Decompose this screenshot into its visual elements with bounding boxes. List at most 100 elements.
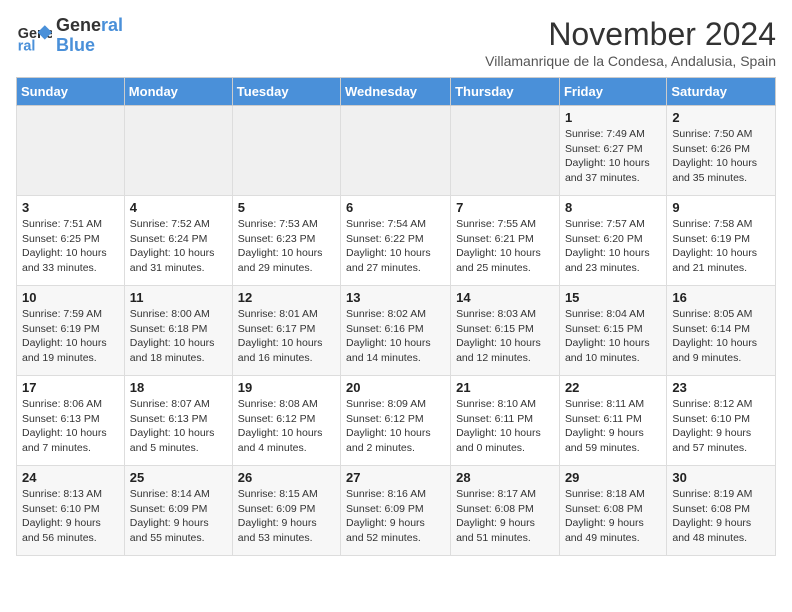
day-info: Sunrise: 8:17 AM Sunset: 6:08 PM Dayligh… xyxy=(456,487,554,546)
logo-text: General Blue xyxy=(56,16,123,56)
calendar-cell: 17 Sunrise: 8:06 AM Sunset: 6:13 PM Dayli… xyxy=(17,376,125,466)
calendar-week-5: 24 Sunrise: 8:13 AM Sunset: 6:10 PM Dayli… xyxy=(17,466,776,556)
day-number: 2 xyxy=(672,110,770,125)
calendar-week-4: 17 Sunrise: 8:06 AM Sunset: 6:13 PM Dayli… xyxy=(17,376,776,466)
day-info: Sunrise: 8:10 AM Sunset: 6:11 PM Dayligh… xyxy=(456,397,554,456)
day-number: 25 xyxy=(130,470,227,485)
day-number: 13 xyxy=(346,290,445,305)
day-info: Sunrise: 8:13 AM Sunset: 6:10 PM Dayligh… xyxy=(22,487,119,546)
day-info: Sunrise: 8:18 AM Sunset: 6:08 PM Dayligh… xyxy=(565,487,661,546)
calendar-cell: 10 Sunrise: 7:59 AM Sunset: 6:19 PM Dayli… xyxy=(17,286,125,376)
calendar-cell: 18 Sunrise: 8:07 AM Sunset: 6:13 PM Dayli… xyxy=(124,376,232,466)
day-info: Sunrise: 8:08 AM Sunset: 6:12 PM Dayligh… xyxy=(238,397,335,456)
day-number: 29 xyxy=(565,470,661,485)
calendar-cell: 2 Sunrise: 7:50 AM Sunset: 6:26 PM Daylig… xyxy=(667,106,776,196)
calendar-cell xyxy=(451,106,560,196)
day-number: 21 xyxy=(456,380,554,395)
calendar-cell xyxy=(232,106,340,196)
day-info: Sunrise: 8:15 AM Sunset: 6:09 PM Dayligh… xyxy=(238,487,335,546)
day-number: 30 xyxy=(672,470,770,485)
column-header-thursday: Thursday xyxy=(451,78,560,106)
calendar-cell: 27 Sunrise: 8:16 AM Sunset: 6:09 PM Dayli… xyxy=(341,466,451,556)
day-info: Sunrise: 7:57 AM Sunset: 6:20 PM Dayligh… xyxy=(565,217,661,276)
day-info: Sunrise: 8:00 AM Sunset: 6:18 PM Dayligh… xyxy=(130,307,227,366)
day-info: Sunrise: 7:50 AM Sunset: 6:26 PM Dayligh… xyxy=(672,127,770,186)
calendar-cell: 30Sunrise: 8:19 AM Sunset: 6:08 PM Dayli… xyxy=(667,466,776,556)
calendar-cell: 24 Sunrise: 8:13 AM Sunset: 6:10 PM Dayli… xyxy=(17,466,125,556)
calendar-cell: 23 Sunrise: 8:12 AM Sunset: 6:10 PM Dayli… xyxy=(667,376,776,466)
svg-text:ral: ral xyxy=(18,38,36,54)
day-number: 12 xyxy=(238,290,335,305)
column-header-sunday: Sunday xyxy=(17,78,125,106)
day-info: Sunrise: 7:59 AM Sunset: 6:19 PM Dayligh… xyxy=(22,307,119,366)
day-number: 23 xyxy=(672,380,770,395)
calendar-cell: 29 Sunrise: 8:18 AM Sunset: 6:08 PM Dayli… xyxy=(559,466,666,556)
day-info: Sunrise: 8:16 AM Sunset: 6:09 PM Dayligh… xyxy=(346,487,445,546)
day-info: Sunrise: 8:14 AM Sunset: 6:09 PM Dayligh… xyxy=(130,487,227,546)
day-number: 4 xyxy=(130,200,227,215)
day-info: Sunrise: 8:12 AM Sunset: 6:10 PM Dayligh… xyxy=(672,397,770,456)
logo: Gene ral General Blue xyxy=(16,16,123,56)
logo-icon: Gene ral xyxy=(16,18,52,54)
day-number: 28 xyxy=(456,470,554,485)
day-info: Sunrise: 8:07 AM Sunset: 6:13 PM Dayligh… xyxy=(130,397,227,456)
day-number: 10 xyxy=(22,290,119,305)
calendar-cell: 12Sunrise: 8:01 AM Sunset: 6:17 PM Dayli… xyxy=(232,286,340,376)
day-number: 14 xyxy=(456,290,554,305)
calendar-cell: 1Sunrise: 7:49 AM Sunset: 6:27 PM Daylig… xyxy=(559,106,666,196)
column-header-tuesday: Tuesday xyxy=(232,78,340,106)
day-number: 17 xyxy=(22,380,119,395)
calendar-cell: 22 Sunrise: 8:11 AM Sunset: 6:11 PM Dayli… xyxy=(559,376,666,466)
calendar-cell: 6 Sunrise: 7:54 AM Sunset: 6:22 PM Daylig… xyxy=(341,196,451,286)
day-number: 16 xyxy=(672,290,770,305)
day-info: Sunrise: 7:55 AM Sunset: 6:21 PM Dayligh… xyxy=(456,217,554,276)
day-info: Sunrise: 7:51 AM Sunset: 6:25 PM Dayligh… xyxy=(22,217,119,276)
calendar-cell xyxy=(341,106,451,196)
day-number: 9 xyxy=(672,200,770,215)
calendar-cell: 4Sunrise: 7:52 AM Sunset: 6:24 PM Daylig… xyxy=(124,196,232,286)
day-number: 22 xyxy=(565,380,661,395)
day-number: 19 xyxy=(238,380,335,395)
day-number: 11 xyxy=(130,290,227,305)
day-info: Sunrise: 8:09 AM Sunset: 6:12 PM Dayligh… xyxy=(346,397,445,456)
day-number: 6 xyxy=(346,200,445,215)
day-number: 5 xyxy=(238,200,335,215)
day-info: Sunrise: 7:54 AM Sunset: 6:22 PM Dayligh… xyxy=(346,217,445,276)
calendar-cell: 26Sunrise: 8:15 AM Sunset: 6:09 PM Dayli… xyxy=(232,466,340,556)
calendar-cell: 20 Sunrise: 8:09 AM Sunset: 6:12 PM Dayli… xyxy=(341,376,451,466)
calendar-cell: 16Sunrise: 8:05 AM Sunset: 6:14 PM Dayli… xyxy=(667,286,776,376)
day-number: 7 xyxy=(456,200,554,215)
day-info: Sunrise: 8:06 AM Sunset: 6:13 PM Dayligh… xyxy=(22,397,119,456)
day-info: Sunrise: 8:11 AM Sunset: 6:11 PM Dayligh… xyxy=(565,397,661,456)
column-header-monday: Monday xyxy=(124,78,232,106)
location-subtitle: Villamanrique de la Condesa, Andalusia, … xyxy=(485,53,776,69)
day-number: 24 xyxy=(22,470,119,485)
day-info: Sunrise: 8:02 AM Sunset: 6:16 PM Dayligh… xyxy=(346,307,445,366)
day-number: 8 xyxy=(565,200,661,215)
calendar-cell xyxy=(124,106,232,196)
calendar-week-2: 3Sunrise: 7:51 AM Sunset: 6:25 PM Daylig… xyxy=(17,196,776,286)
day-info: Sunrise: 8:04 AM Sunset: 6:15 PM Dayligh… xyxy=(565,307,661,366)
day-info: Sunrise: 7:53 AM Sunset: 6:23 PM Dayligh… xyxy=(238,217,335,276)
calendar-cell: 11 Sunrise: 8:00 AM Sunset: 6:18 PM Dayli… xyxy=(124,286,232,376)
title-area: November 2024 Villamanrique de la Condes… xyxy=(485,16,776,69)
calendar-cell: 3Sunrise: 7:51 AM Sunset: 6:25 PM Daylig… xyxy=(17,196,125,286)
calendar-cell: 19 Sunrise: 8:08 AM Sunset: 6:12 PM Dayli… xyxy=(232,376,340,466)
column-header-friday: Friday xyxy=(559,78,666,106)
page-header: Gene ral General Blue November 2024 Vill… xyxy=(16,16,776,69)
header-row: SundayMondayTuesdayWednesdayThursdayFrid… xyxy=(17,78,776,106)
calendar-cell: 8 Sunrise: 7:57 AM Sunset: 6:20 PM Daylig… xyxy=(559,196,666,286)
month-title: November 2024 xyxy=(485,16,776,53)
calendar-week-3: 10 Sunrise: 7:59 AM Sunset: 6:19 PM Dayli… xyxy=(17,286,776,376)
calendar-cell: 5 Sunrise: 7:53 AM Sunset: 6:23 PM Daylig… xyxy=(232,196,340,286)
calendar-cell: 7 Sunrise: 7:55 AM Sunset: 6:21 PM Daylig… xyxy=(451,196,560,286)
calendar-table: SundayMondayTuesdayWednesdayThursdayFrid… xyxy=(16,77,776,556)
day-number: 15 xyxy=(565,290,661,305)
calendar-week-1: 1Sunrise: 7:49 AM Sunset: 6:27 PM Daylig… xyxy=(17,106,776,196)
day-number: 1 xyxy=(565,110,661,125)
day-number: 20 xyxy=(346,380,445,395)
column-header-saturday: Saturday xyxy=(667,78,776,106)
calendar-cell: 9Sunrise: 7:58 AM Sunset: 6:19 PM Daylig… xyxy=(667,196,776,286)
day-number: 18 xyxy=(130,380,227,395)
day-number: 27 xyxy=(346,470,445,485)
